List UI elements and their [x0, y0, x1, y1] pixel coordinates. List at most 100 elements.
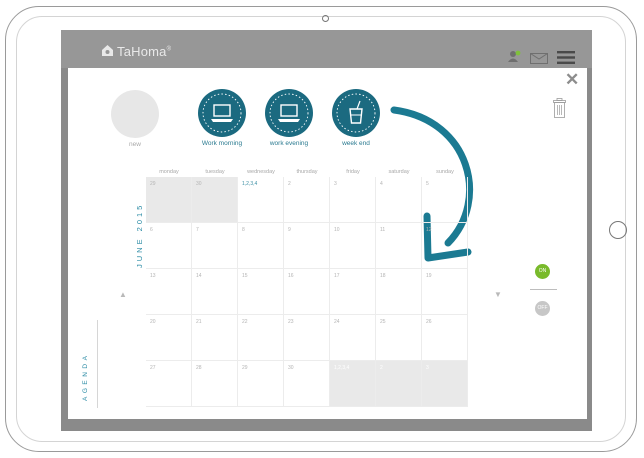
- calendar-day-cell[interactable]: 21: [192, 315, 238, 361]
- calendar-day-cell[interactable]: 2: [284, 177, 330, 223]
- toggle-divider: [530, 289, 557, 290]
- svg-text:AGENDA: AGENDA: [82, 353, 89, 401]
- calendar-day-cell[interactable]: 30: [284, 361, 330, 407]
- laptop-icon: [269, 93, 309, 133]
- calendar-day-cell[interactable]: 15: [238, 269, 284, 315]
- calendar-day-number: 24: [334, 319, 340, 325]
- day-header: friday: [346, 169, 360, 175]
- calendar-day-number: 3: [334, 181, 337, 187]
- calendar-day-number: 2: [288, 181, 291, 187]
- calendar-day-number: 12: [426, 227, 432, 233]
- calendar-day-cell[interactable]: 10: [330, 223, 376, 269]
- scenario-week-end[interactable]: [332, 89, 380, 137]
- calendar-day-cell[interactable]: 23: [284, 315, 330, 361]
- calendar-day-cell[interactable]: 29: [146, 177, 192, 223]
- calendar-day-cell[interactable]: 14: [192, 269, 238, 315]
- on-toggle-button[interactable]: ON: [535, 264, 550, 279]
- calendar-day-cell[interactable]: 1,2,3,4: [330, 361, 376, 407]
- scenario-label-work-evening: work evening: [269, 140, 309, 147]
- calendar-day-number: 5: [426, 181, 429, 187]
- calendar-day-number: 11: [380, 227, 386, 233]
- calendar-day-number: 1,2,3,4: [334, 365, 350, 371]
- scenario-label-week-end: week end: [342, 140, 370, 147]
- scenario-label-work-morning: Work morning: [201, 140, 243, 147]
- calendar-day-number: 17: [334, 273, 340, 279]
- calendar-day-cell[interactable]: 20: [146, 315, 192, 361]
- close-icon[interactable]: ✕: [565, 71, 579, 88]
- calendar-day-number: 14: [196, 273, 202, 279]
- day-header: tuesday: [205, 169, 225, 175]
- calendar-day-cell[interactable]: 29: [238, 361, 284, 407]
- menu-icon[interactable]: [557, 51, 575, 64]
- house-logo-icon: [102, 45, 113, 56]
- scenario-work-evening[interactable]: [265, 89, 313, 137]
- calendar-day-cell[interactable]: 26: [422, 315, 468, 361]
- tablet-home-button[interactable]: [609, 221, 627, 239]
- calendar-day-cell[interactable]: 5: [422, 177, 468, 223]
- day-header: wednesday: [247, 169, 275, 175]
- calendar-day-cell[interactable]: 1,2,3,4: [238, 177, 284, 223]
- day-header: saturday: [388, 169, 410, 175]
- calendar-day-number: 29: [150, 181, 156, 187]
- calendar-day-cell[interactable]: 28: [192, 361, 238, 407]
- mail-icon[interactable]: [530, 53, 548, 64]
- calendar-day-cell[interactable]: 16: [284, 269, 330, 315]
- calendar-day-cell[interactable]: 7: [192, 223, 238, 269]
- trash-icon[interactable]: [553, 98, 566, 118]
- calendar-day-cell[interactable]: 18: [376, 269, 422, 315]
- app-header: TaHoma®: [61, 30, 592, 68]
- calendar-day-cell[interactable]: 22: [238, 315, 284, 361]
- tablet-camera: [322, 15, 329, 22]
- calendar-day-cell[interactable]: 25: [376, 315, 422, 361]
- scenario-work-morning[interactable]: [198, 89, 246, 137]
- previous-arrow-icon[interactable]: ▲: [119, 290, 127, 299]
- calendar-day-number: 27: [150, 365, 156, 371]
- calendar-day-cell[interactable]: 30: [192, 177, 238, 223]
- new-scenario-button[interactable]: [111, 90, 159, 138]
- calendar-day-number: 4: [380, 181, 383, 187]
- calendar-day-cell[interactable]: 19: [422, 269, 468, 315]
- calendar-day-cell[interactable]: 4: [376, 177, 422, 223]
- calendar-day-cell[interactable]: 12: [422, 223, 468, 269]
- calendar-day-number: 2: [380, 365, 383, 371]
- calendar-day-number: 28: [196, 365, 202, 371]
- calendar-day-cell[interactable]: 2: [376, 361, 422, 407]
- calendar-day-number: 18: [380, 273, 386, 279]
- calendar-day-cell[interactable]: 13: [146, 269, 192, 315]
- laptop-icon: [202, 93, 242, 133]
- agenda-label: AGENDA: [82, 353, 89, 401]
- calendar-day-cell[interactable]: 6: [146, 223, 192, 269]
- calendar-day-cell[interactable]: 17: [330, 269, 376, 315]
- svg-text:JUNE 2015: JUNE 2015: [135, 203, 144, 268]
- app-title: TaHoma®: [117, 44, 172, 59]
- calendar-day-number: 10: [334, 227, 340, 233]
- calendar-day-cell[interactable]: 3: [330, 177, 376, 223]
- calendar-day-cell[interactable]: 27: [146, 361, 192, 407]
- calendar-day-number: 3: [426, 365, 429, 371]
- off-toggle-button[interactable]: OFF: [535, 301, 550, 316]
- calendar-day-number: 30: [196, 181, 202, 187]
- calendar-day-number: 1,2,3,4: [242, 181, 258, 187]
- calendar-day-number: 9: [288, 227, 291, 233]
- calendar-day-number: 30: [288, 365, 294, 371]
- calendar-day-number: 26: [426, 319, 432, 325]
- calendar-day-number: 7: [196, 227, 199, 233]
- calendar-day-cell[interactable]: 11: [376, 223, 422, 269]
- calendar-day-cell[interactable]: 9: [284, 223, 330, 269]
- calendar-day-number: 29: [242, 365, 248, 371]
- day-header: monday: [159, 169, 179, 175]
- calendar-day-number: 23: [288, 319, 294, 325]
- agenda-divider: [97, 320, 98, 408]
- calendar-day-cell[interactable]: 3: [422, 361, 468, 407]
- user-icon[interactable]: [507, 50, 521, 62]
- calendar-day-number: 19: [426, 273, 432, 279]
- scenario-label-new: new: [129, 141, 141, 148]
- calendar-day-cell[interactable]: 24: [330, 315, 376, 361]
- calendar-day-number: 8: [242, 227, 245, 233]
- calendar-day-number: 22: [242, 319, 248, 325]
- calendar-day-number: 13: [150, 273, 156, 279]
- calendar-day-cell[interactable]: 8: [238, 223, 284, 269]
- calendar-day-number: 6: [150, 227, 153, 233]
- next-arrow-icon[interactable]: ▼: [494, 290, 502, 299]
- calendar-day-number: 15: [242, 273, 248, 279]
